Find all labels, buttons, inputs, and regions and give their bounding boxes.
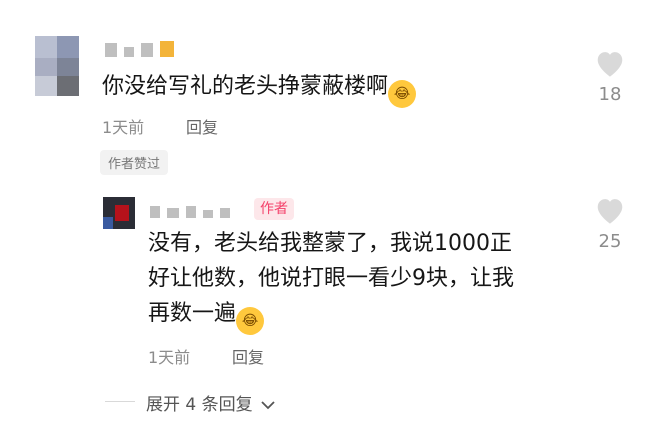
reply-text-line-last: 再数一遍 😂 xyxy=(148,296,588,335)
reply-like-count: 25 xyxy=(598,231,622,252)
reply-text-line: 好让他数，他说打眼一看少9块，让我 xyxy=(148,266,514,291)
reply-like[interactable]: 25 xyxy=(590,195,630,252)
reply-text: 没有，老头给我整蒙了，我说1000正 好让他数，他说打眼一看少9块，让我 再数一… xyxy=(148,226,588,335)
reply-reply-button[interactable]: 回复 xyxy=(232,344,264,368)
reply-avatar[interactable] xyxy=(103,197,135,229)
top-comment-text-row: 你没给写礼的老头挣蒙蔽楼啊 😂 xyxy=(102,68,417,108)
top-comment-like-count: 18 xyxy=(598,84,622,105)
reply-text-line: 再数一遍 xyxy=(148,301,237,326)
top-comment-username-pixelated[interactable] xyxy=(105,41,174,57)
laughing-crying-face-icon: 😂 xyxy=(236,307,265,335)
expand-replies-button[interactable]: 展开 4 条回复 xyxy=(146,390,276,415)
laughing-crying-face-icon: 😂 xyxy=(388,80,417,108)
chevron-down-icon xyxy=(261,401,275,410)
heart-icon[interactable] xyxy=(593,195,627,225)
divider-line xyxy=(105,401,135,402)
top-comment-like[interactable]: 18 xyxy=(590,48,630,105)
top-comment-text: 你没给写礼的老头挣蒙蔽楼啊 xyxy=(102,74,389,99)
reply-username-pixelated[interactable] xyxy=(150,206,230,218)
top-comment-reply-button[interactable]: 回复 xyxy=(186,114,218,138)
top-comment-time: 1天前 xyxy=(102,118,145,137)
reply-time: 1天前 xyxy=(148,348,191,367)
author-tag: 作者 xyxy=(254,198,294,220)
heart-icon[interactable] xyxy=(593,48,627,78)
top-comment-avatar[interactable] xyxy=(35,36,79,96)
expand-replies-label: 展开 4 条回复 xyxy=(146,395,253,415)
reply-text-line: 没有，老头给我整蒙了，我说1000正 xyxy=(148,231,512,256)
author-liked-badge: 作者赞过 xyxy=(100,150,169,175)
